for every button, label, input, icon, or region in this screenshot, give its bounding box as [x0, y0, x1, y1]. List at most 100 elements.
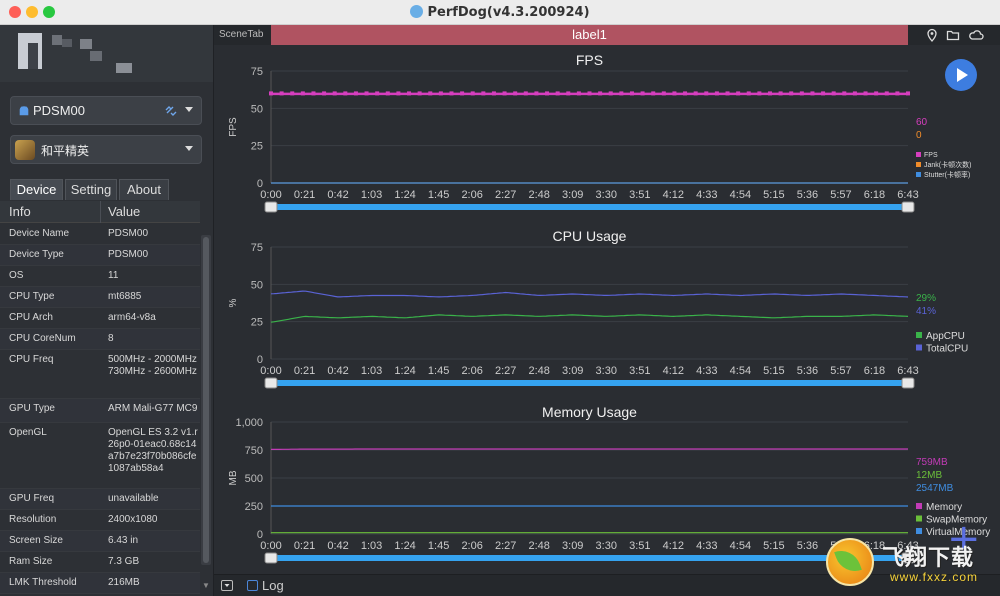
legend-swatch [916, 172, 921, 177]
chevron-down-icon [185, 146, 193, 151]
scroll-down-arrow-icon[interactable]: ▼ [202, 581, 210, 590]
fps-marker [375, 91, 380, 96]
log-label: Log [262, 578, 284, 593]
avatar-pixel [116, 63, 132, 73]
y-axis-label: FPS [228, 117, 239, 137]
x-tick-label: 6:43 [897, 365, 918, 377]
legend-swatch [916, 162, 921, 167]
x-tick-label: 2:06 [461, 365, 482, 377]
x-tick-label: 3:09 [562, 540, 583, 552]
x-tick-label: 0:00 [260, 365, 281, 377]
fps-marker [279, 91, 284, 96]
legend-label: FPS [924, 152, 938, 159]
x-tick-label: 4:54 [730, 540, 751, 552]
row-value: 11 [108, 270, 119, 281]
row-key: Screen Size [9, 535, 63, 546]
window-title: PerfDog(v4.3.200924) [0, 5, 1000, 20]
tab-about[interactable]: About [119, 179, 169, 200]
x-tick-label: 0:00 [260, 189, 281, 201]
x-tick-label: 6:18 [864, 365, 885, 377]
x-tick-label: 1:03 [361, 365, 382, 377]
fps-marker [821, 91, 826, 96]
fps-marker [534, 91, 539, 96]
cloud-icon[interactable] [968, 28, 984, 42]
y-axis-label: MB [228, 470, 239, 485]
timeline-slider-start-handle[interactable] [264, 377, 278, 389]
y-tick-label: 75 [251, 66, 263, 78]
fps-marker [566, 91, 571, 96]
row-key: GPU Freq [9, 493, 55, 504]
row-value: arm64-v8a [108, 312, 156, 323]
timeline-slider-track[interactable] [271, 555, 908, 561]
log-panel-toggle[interactable] [221, 580, 233, 591]
column-header-value: Value [108, 204, 141, 219]
scrollbar-thumb[interactable] [203, 237, 209, 563]
row-value: ARM Mali-G77 MC9 [108, 403, 198, 414]
row-value: 7.3 GB [108, 556, 140, 567]
log-checkbox[interactable] [247, 580, 258, 591]
x-tick-label: 2:27 [495, 189, 516, 201]
app-select[interactable]: 和平精英 [10, 135, 202, 164]
timeline-slider-end-handle[interactable] [901, 377, 915, 389]
user-avatar-area [0, 25, 213, 82]
fps-marker [300, 91, 305, 96]
timeline-slider-track[interactable] [271, 204, 908, 210]
fps-marker [789, 91, 794, 96]
row-key: CPU Freq [9, 354, 54, 365]
x-tick-label: 4:33 [696, 189, 717, 201]
x-tick-label: 1:45 [428, 540, 449, 552]
timeline-slider-track[interactable] [271, 380, 908, 386]
device-select[interactable]: PDSM00 [10, 96, 202, 125]
x-tick-label: 1:03 [361, 189, 382, 201]
scene-tab-label1[interactable]: label1 [271, 25, 908, 45]
legend-label: Stutter(卡顿率) [924, 170, 970, 179]
chart-title: FPS [576, 52, 603, 68]
fps-marker [874, 91, 879, 96]
play-button[interactable] [945, 59, 977, 91]
fps-marker [661, 91, 666, 96]
x-tick-label: 1:45 [428, 365, 449, 377]
row-value: mt6885 [108, 291, 142, 302]
fps-marker [725, 91, 730, 96]
x-tick-label: 0:21 [294, 540, 315, 552]
x-tick-label: 4:54 [730, 365, 751, 377]
timeline-slider-start-handle[interactable] [264, 552, 278, 564]
fps-marker [491, 91, 496, 96]
x-tick-label: 4:12 [663, 540, 684, 552]
perfdog-window: PerfDog(v4.3.200924) PDSM00 和平精英 Device … [0, 0, 1000, 596]
tab-device[interactable]: Device [10, 179, 63, 200]
table-row: CPU Arch arm64-v8a [0, 308, 200, 329]
fps-marker [470, 91, 475, 96]
perfdog-logo-icon [410, 5, 424, 18]
row-value: 2400x1080 [108, 514, 158, 525]
folder-icon[interactable] [946, 28, 960, 42]
scene-bar: SceneTab label1 [214, 25, 1000, 45]
title-bar: PerfDog(v4.3.200924) [0, 0, 1000, 25]
row-key: OpenGL [9, 427, 47, 438]
link-icon[interactable] [164, 104, 178, 118]
row-value: unavailable [108, 493, 159, 504]
y-tick-label: 25 [251, 317, 263, 329]
android-icon [19, 106, 29, 116]
table-scrollbar[interactable] [201, 235, 211, 565]
scene-tab-label[interactable]: SceneTab [219, 29, 263, 40]
fps-marker [714, 91, 719, 96]
timeline-slider-end-handle[interactable] [901, 201, 915, 213]
fps-marker [683, 91, 688, 96]
legend-swatch [916, 152, 921, 157]
chart-title: CPU Usage [553, 228, 627, 244]
timeline-slider-start-handle[interactable] [264, 201, 278, 213]
x-tick-label: 5:36 [797, 365, 818, 377]
row-value: 6.43 in [108, 535, 139, 546]
tab-setting[interactable]: Setting [65, 179, 117, 200]
current-value: 759MB [916, 457, 948, 468]
y-tick-label: 50 [251, 103, 263, 115]
location-icon[interactable] [925, 28, 939, 42]
x-tick-label: 0:00 [260, 540, 281, 552]
fps-marker [842, 91, 847, 96]
x-tick-label: 6:43 [897, 189, 918, 201]
row-key: Device Name [9, 228, 70, 239]
x-tick-label: 2:48 [528, 365, 549, 377]
fps-marker [587, 91, 592, 96]
fps-marker [364, 91, 369, 96]
